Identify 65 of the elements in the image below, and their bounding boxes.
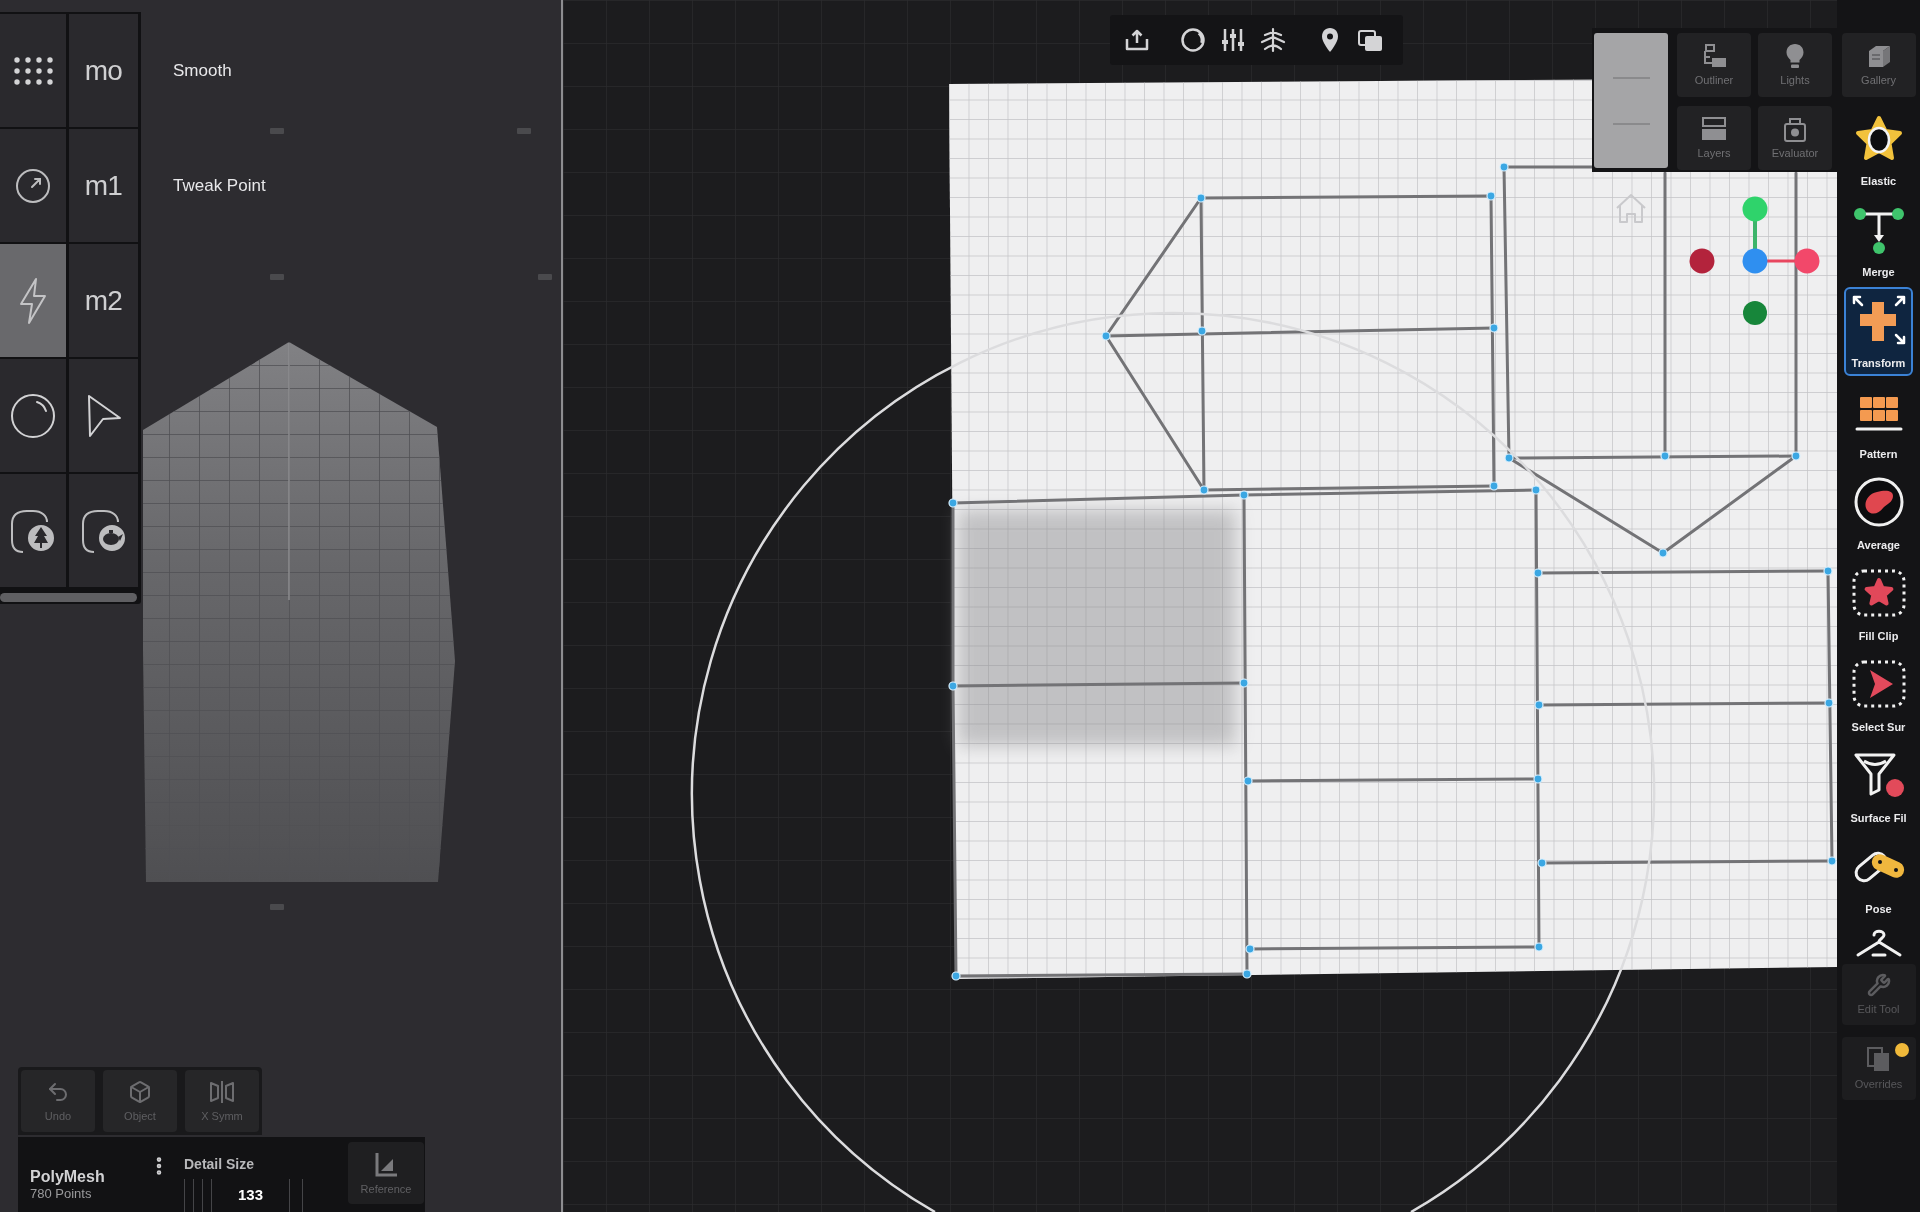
tool-button[interactable]: Pattern <box>1844 378 1913 467</box>
teapot-badge-icon <box>79 507 128 554</box>
tool-button[interactable]: Average <box>1844 469 1913 558</box>
circle-icon <box>10 392 56 439</box>
mode-button[interactable]: m2 <box>69 244 138 357</box>
slot-label: Smooth <box>173 59 232 82</box>
mirror-bars-icon <box>209 1079 235 1104</box>
axis-handle[interactable] <box>1742 196 1768 222</box>
axis-handle[interactable] <box>1689 248 1715 274</box>
tool-button[interactable]: Transform <box>1844 287 1913 376</box>
grip-mark <box>270 274 284 280</box>
vertex-point[interactable] <box>1242 969 1252 979</box>
grip-mark <box>517 128 531 134</box>
cube-icon <box>128 1079 152 1104</box>
tool-button[interactable] <box>0 359 66 472</box>
point-count: 780 Points <box>30 1186 93 1202</box>
mode-button[interactable]: mo <box>69 14 138 127</box>
tool-button[interactable]: Pose <box>1844 833 1913 922</box>
axis-line <box>1753 220 1757 250</box>
tree-badge-icon <box>9 507 57 554</box>
vertex-point[interactable] <box>948 681 958 691</box>
tool-button[interactable] <box>0 14 66 127</box>
scroll-bar[interactable] <box>0 593 137 602</box>
tool-button[interactable] <box>69 359 138 472</box>
stacked-squares-icon[interactable] <box>1357 27 1383 53</box>
slot-label: Tweak Point <box>173 174 266 197</box>
bag-icon <box>1782 116 1808 142</box>
pointer-icon <box>85 393 122 438</box>
vertex-point[interactable] <box>951 971 961 981</box>
axis-handle[interactable] <box>1742 248 1768 274</box>
grip-mark <box>270 904 284 910</box>
tool-button[interactable]: Select Sur <box>1844 651 1913 740</box>
tool-button[interactable]: Elastic <box>1844 105 1913 194</box>
hierarchy-icon <box>1701 43 1727 69</box>
angle-icon <box>373 1150 399 1177</box>
axis-handle[interactable] <box>1794 248 1820 274</box>
pages-icon <box>1865 1046 1892 1072</box>
wrench-icon <box>1866 973 1891 997</box>
grip-mark <box>538 274 552 280</box>
mode-button[interactable]: m1 <box>69 129 138 242</box>
tool-button[interactable]: Merge <box>1844 196 1913 285</box>
grip-mark <box>270 128 284 134</box>
setting-label: Detail Size <box>184 1155 256 1173</box>
upload-icon[interactable] <box>1124 27 1150 53</box>
axis-handle[interactable] <box>1743 301 1767 325</box>
dot-grid-icon <box>12 55 54 86</box>
tool-button[interactable] <box>0 129 66 242</box>
sphere-icon[interactable] <box>1180 27 1206 53</box>
bean-icon <box>1852 476 1905 528</box>
tool-button[interactable]: Fill Clip <box>1844 560 1913 649</box>
symmetry-icon[interactable] <box>1260 27 1286 53</box>
tool-button[interactable] <box>0 474 66 587</box>
lightning-icon <box>18 276 48 325</box>
axis-line <box>1766 259 1795 263</box>
tool-button[interactable] <box>69 474 138 587</box>
panel-handle[interactable] <box>1594 33 1668 168</box>
sliders-icon[interactable] <box>1220 27 1246 53</box>
layers-icon <box>1701 116 1727 142</box>
tool-button[interactable]: Surface Fil <box>1844 742 1913 831</box>
vertex-point[interactable] <box>948 498 958 508</box>
detail-size-field[interactable]: 133 <box>184 1179 304 1212</box>
object-name: PolyMesh <box>30 1167 106 1186</box>
gauge-icon <box>15 167 51 204</box>
pointer-select-icon <box>1850 659 1907 709</box>
move-arrows-icon <box>1850 294 1907 346</box>
